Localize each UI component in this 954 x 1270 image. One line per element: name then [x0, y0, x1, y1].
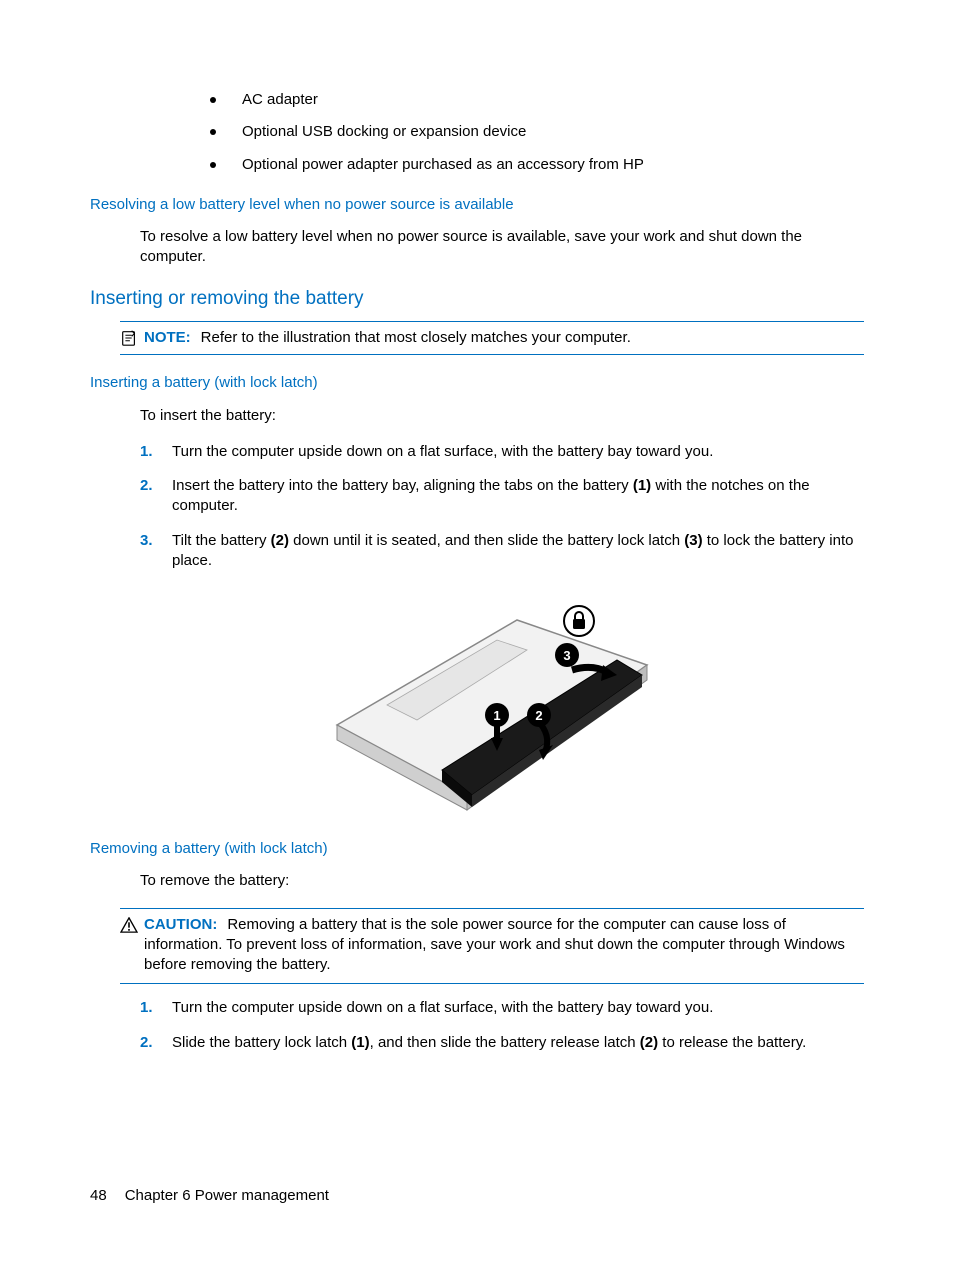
list-item: 2. Insert the battery into the battery b… — [140, 476, 864, 517]
note-body: Refer to the illustration that most clos… — [201, 329, 631, 346]
note-box: NOTE: Refer to the illustration that most… — [120, 321, 864, 355]
caution-content: CAUTION:Removing a battery that is the s… — [144, 915, 864, 976]
step-number: 2. — [140, 1033, 172, 1053]
power-sources-bullet-list: AC adapter Optional USB docking or expan… — [210, 90, 864, 175]
caution-body: Removing a battery that is the sole powe… — [144, 916, 845, 974]
bullet-dot-icon — [210, 162, 216, 168]
list-item: 3. Tilt the battery (2) down until it is… — [140, 531, 864, 572]
callout-ref: (2) — [640, 1034, 658, 1051]
callout-ref: (3) — [684, 532, 702, 549]
heading-removing-battery-lock-latch: Removing a battery (with lock latch) — [90, 839, 864, 859]
bullet-text: AC adapter — [242, 90, 318, 110]
svg-text:1: 1 — [493, 708, 500, 723]
note-icon — [120, 329, 138, 347]
heading-inserting-removing-battery: Inserting or removing the battery — [90, 286, 864, 312]
note-content: NOTE: Refer to the illustration that most… — [144, 328, 631, 348]
list-item: 1. Turn the computer upside down on a fl… — [140, 998, 864, 1018]
bullet-item: Optional power adapter purchased as an a… — [210, 155, 864, 175]
bullet-dot-icon — [210, 129, 216, 135]
bullet-text: Optional power adapter purchased as an a… — [242, 155, 644, 175]
svg-text:3: 3 — [563, 648, 570, 663]
step-text: Turn the computer upside down on a flat … — [172, 442, 864, 462]
list-item: 1. Turn the computer upside down on a fl… — [140, 442, 864, 462]
bullet-item: AC adapter — [210, 90, 864, 110]
page-footer: 48 Chapter 6 Power management — [90, 1186, 864, 1206]
page-number: 48 — [90, 1186, 107, 1206]
step-text: Insert the battery into the battery bay,… — [172, 476, 864, 517]
removing-battery-steps: 1. Turn the computer upside down on a fl… — [140, 998, 864, 1053]
svg-text:2: 2 — [535, 708, 542, 723]
caution-triangle-icon — [120, 917, 138, 933]
step-text: Turn the computer upside down on a flat … — [172, 998, 864, 1018]
caution-box: CAUTION:Removing a battery that is the s… — [120, 908, 864, 985]
callout-ref: (1) — [351, 1034, 369, 1051]
chapter-title: Chapter 6 Power management — [125, 1186, 329, 1206]
list-item: 2. Slide the battery lock latch (1), and… — [140, 1033, 864, 1053]
heading-inserting-battery-lock-latch: Inserting a battery (with lock latch) — [90, 373, 864, 393]
step-number: 2. — [140, 476, 172, 496]
intro-text: To insert the battery: — [140, 406, 864, 426]
intro-text: To remove the battery: — [140, 871, 864, 891]
body-text: To resolve a low battery level when no p… — [140, 227, 864, 268]
battery-insertion-figure: 1 2 3 — [90, 585, 864, 815]
bullet-item: Optional USB docking or expansion device — [210, 122, 864, 142]
bullet-dot-icon — [210, 97, 216, 103]
note-label: NOTE: — [144, 329, 191, 346]
step-text: Slide the battery lock latch (1), and th… — [172, 1033, 864, 1053]
bullet-text: Optional USB docking or expansion device — [242, 122, 526, 142]
callout-ref: (1) — [633, 477, 651, 494]
step-number: 3. — [140, 531, 172, 551]
inserting-battery-steps: 1. Turn the computer upside down on a fl… — [140, 442, 864, 571]
laptop-battery-illustration: 1 2 3 — [297, 585, 657, 815]
step-number: 1. — [140, 442, 172, 462]
caution-label: CAUTION: — [144, 916, 217, 933]
heading-resolving-low-battery: Resolving a low battery level when no po… — [90, 195, 864, 215]
step-number: 1. — [140, 998, 172, 1018]
step-text: Tilt the battery (2) down until it is se… — [172, 531, 864, 572]
callout-ref: (2) — [271, 532, 289, 549]
